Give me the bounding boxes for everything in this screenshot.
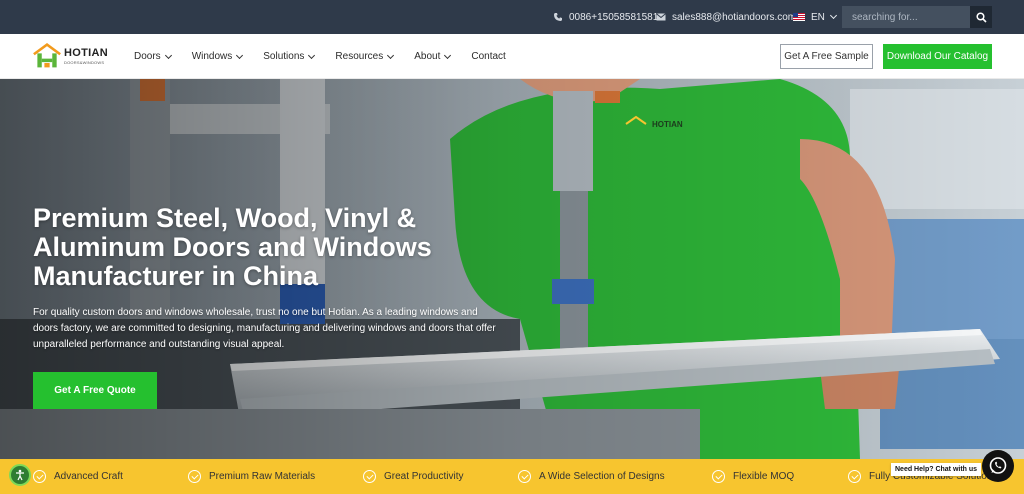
check-circle-icon <box>188 470 201 483</box>
logo-name: HOTIAN <box>64 46 108 59</box>
site-logo[interactable]: HOTIAN DOORS&WINDOWS <box>33 39 108 73</box>
free-sample-button[interactable]: Get A Free Sample <box>780 44 873 69</box>
nav-item-label: Contact <box>471 51 506 62</box>
feature-label: A Wide Selection of Designs <box>539 471 665 482</box>
nav-item-windows[interactable]: Windows <box>191 51 244 62</box>
features-strip: Advanced Craft Premium Raw Materials Gre… <box>0 459 1024 494</box>
whatsapp-chat-button[interactable] <box>982 450 1014 482</box>
nav-item-solutions[interactable]: Solutions <box>263 51 316 62</box>
feature-label: Premium Raw Materials <box>209 471 316 482</box>
phone-icon <box>554 13 562 21</box>
house-logo-icon <box>33 42 61 68</box>
nav-item-doors[interactable]: Doors <box>134 51 172 62</box>
nav-item-label: Windows <box>191 51 233 62</box>
top-utility-bar: 0086+15058581581 sales888@hotiandoors.co… <box>0 0 1024 34</box>
feature-label: Great Productivity <box>384 471 464 482</box>
search-button[interactable] <box>970 6 992 28</box>
nav-item-resources[interactable]: Resources <box>335 51 395 62</box>
phone-number: 0086+15058581581 <box>569 11 659 23</box>
language-label: EN <box>811 11 825 23</box>
nav-item-label: Doors <box>134 51 161 62</box>
feature-item: Premium Raw Materials <box>188 459 315 494</box>
chevron-down-icon <box>164 51 172 59</box>
email-contact[interactable]: sales888@hotiandoors.com <box>656 0 796 34</box>
chevron-down-icon <box>236 51 244 59</box>
shirt-logo-text: HOTIAN <box>652 120 683 129</box>
nav-item-label: Solutions <box>263 51 305 62</box>
free-quote-button[interactable]: Get A Free Quote <box>33 372 157 409</box>
hero-description: For quality custom doors and windows who… <box>33 307 496 350</box>
check-circle-icon <box>33 470 46 483</box>
accessibility-button[interactable] <box>9 464 31 486</box>
nav-item-label: About <box>414 51 441 62</box>
feature-item: Great Productivity <box>363 459 463 494</box>
search-input[interactable] <box>842 6 970 28</box>
feature-label: Flexible MOQ <box>733 471 795 482</box>
chat-help-label[interactable]: Need Help? Chat with us <box>891 463 982 476</box>
feature-item: A Wide Selection of Designs <box>518 459 665 494</box>
feature-item: Advanced Craft <box>33 459 123 494</box>
mail-icon <box>656 13 666 21</box>
chevron-down-icon <box>308 51 316 59</box>
search-icon <box>975 11 987 23</box>
nav-item-about[interactable]: About <box>414 51 452 62</box>
check-circle-icon <box>712 470 725 483</box>
feature-item: Flexible MOQ <box>712 459 794 494</box>
chevron-down-icon <box>444 51 452 59</box>
hero-banner: HOTIAN Premium Steel, Wood, Vinyl & Alum… <box>0 79 1024 459</box>
download-catalog-button[interactable]: Download Our Catalog <box>883 44 992 69</box>
chevron-down-icon <box>387 51 395 59</box>
language-selector[interactable]: EN <box>793 0 837 34</box>
phone-contact[interactable]: 0086+15058581581 <box>553 0 658 34</box>
main-navigation: HOTIAN DOORS&WINDOWS Doors Windows Solut… <box>0 34 1024 79</box>
email-address: sales888@hotiandoors.com <box>672 11 797 23</box>
us-flag-icon <box>793 13 805 21</box>
check-circle-icon <box>848 470 861 483</box>
nav-menu: Doors Windows Solutions Resources About … <box>134 34 527 79</box>
check-circle-icon <box>518 470 531 483</box>
whatsapp-icon <box>989 457 1007 474</box>
chevron-down-icon <box>829 11 837 20</box>
hero-title: Premium Steel, Wood, Vinyl & Aluminum Do… <box>33 203 432 291</box>
check-circle-icon <box>363 470 376 483</box>
feature-label: Advanced Craft <box>54 471 123 482</box>
logo-tagline: DOORS&WINDOWS <box>64 59 105 65</box>
nav-item-contact[interactable]: Contact <box>471 51 505 62</box>
nav-item-label: Resources <box>335 51 384 62</box>
accessibility-icon <box>16 469 24 481</box>
